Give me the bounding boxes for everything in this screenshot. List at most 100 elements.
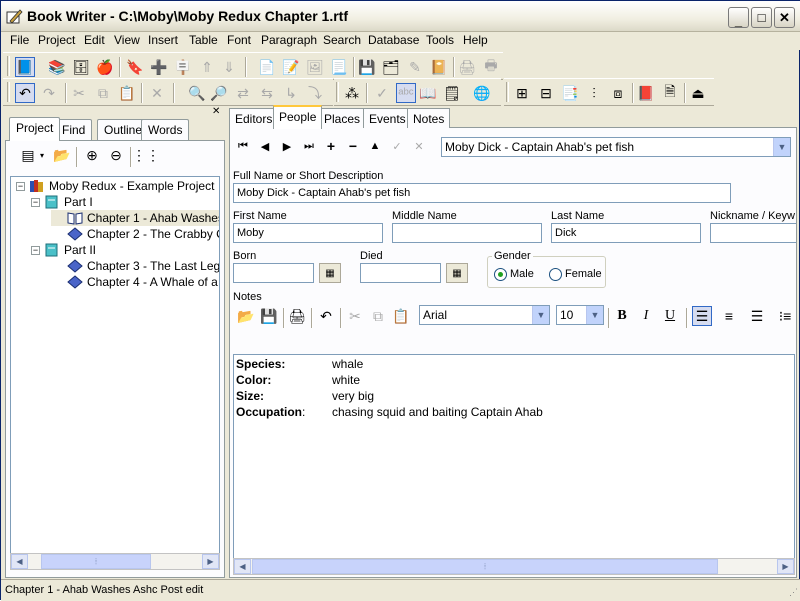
died-field[interactable] [360,263,441,283]
tab-words[interactable]: Words [141,119,190,140]
scroll-left-icon[interactable]: ◀ [11,554,28,569]
tab-people[interactable]: People [273,105,323,129]
paste-icon[interactable]: 📋 [117,83,137,103]
collapse-icon[interactable]: − [16,181,25,191]
underline-icon[interactable]: U [660,306,680,326]
save-icon[interactable]: 💾 [357,57,377,77]
menu-tools[interactable]: Tools [423,33,457,47]
record-selector[interactable]: Moby Dick - Captain Ahab's pet fish ▼ [441,137,791,157]
tab-notes[interactable]: Notes [407,108,451,128]
thesaurus-icon[interactable]: 📖 [418,83,438,103]
tree-item-part-1[interactable]: − Part I [31,194,93,210]
page-image-icon[interactable]: 🖼 [305,57,325,77]
maximize-button[interactable]: □ [751,7,772,28]
undo-notes-icon[interactable]: ↶ [316,306,336,326]
menu-help[interactable]: Help [460,33,491,47]
align-right-icon[interactable]: ☰ [747,306,767,326]
book-preview-icon[interactable]: 📕 [636,83,656,103]
notes-editor[interactable]: Species: whale Color: white Size: very b… [233,354,795,572]
copy-icon[interactable]: ⧉ [93,83,113,103]
menu-file[interactable]: File [7,33,32,47]
pane-close-icon[interactable]: ✕ [212,106,220,117]
tree-horizontal-scrollbar[interactable]: ◀ ⦙ ▶ [10,553,220,570]
print-page-icon[interactable]: 🗎 [660,83,680,103]
shapes-icon[interactable]: ⁂ [342,83,362,103]
notes-horizontal-scrollbar[interactable]: ◀ ⦙ ▶ [233,558,795,575]
tab-project[interactable]: Project [9,117,61,141]
bullets-icon[interactable]: ⁝≡ [775,306,795,326]
add-record-icon[interactable]: + [322,138,340,154]
delete-record-icon[interactable]: − [344,138,362,154]
tree-item-chapter-1[interactable]: Chapter 1 - Ahab Washes [51,210,219,226]
toolbar-grip[interactable] [7,82,10,102]
copy-notes-icon[interactable]: ⧉ [368,306,388,326]
database-icon[interactable]: 🗄 [71,57,91,77]
signpost-icon[interactable]: 🪧 [173,57,193,77]
remove-item-icon[interactable]: ⊖ [106,145,126,165]
scroll-left-icon[interactable]: ◀ [234,559,251,574]
books-icon[interactable]: 📚 [47,57,67,77]
print-notes-icon[interactable]: 🖨 [287,306,307,326]
open-folder-icon[interactable]: 📂 [52,145,72,165]
print-icon[interactable]: 🖨 [457,57,477,77]
globe-icon[interactable]: 🌐 [472,83,492,103]
insert-scene-icon[interactable]: 📑 [560,83,580,103]
paste-notes-icon[interactable]: 📋 [391,306,411,326]
gender-male-label[interactable]: Male [510,268,534,280]
merge-icon[interactable]: ⧈ [608,83,628,103]
menu-project[interactable]: Project [35,33,78,47]
spellcheck-icon[interactable]: ✓ [372,83,392,103]
insert-item-icon[interactable]: ⊞ [512,83,532,103]
open-file-icon[interactable]: 📂 [236,306,256,326]
tab-find[interactable]: Find [55,119,93,140]
tree-item-project[interactable]: − Moby Redux - Example Project [11,178,214,194]
chevron-down-icon[interactable]: ▼ [773,138,790,156]
full-name-field[interactable]: Moby Dick - Captain Ahab's pet fish [233,183,731,203]
tree-item-part-2[interactable]: − Part II [31,242,96,258]
print-preview-icon[interactable]: 🖶 [481,57,501,77]
next-record-icon[interactable]: ▶ [278,138,296,154]
collapse-icon[interactable]: − [31,197,40,207]
menu-font[interactable]: Font [224,33,254,47]
chevron-down-icon[interactable]: ▼ [586,306,603,324]
collapse-icon[interactable]: − [31,245,40,255]
menu-view[interactable]: View [111,33,143,47]
gender-female-label[interactable]: Female [565,268,602,280]
align-center-icon[interactable]: ≡ [719,306,739,326]
align-left-icon[interactable]: ☰ [692,306,712,326]
toolbar-grip[interactable] [506,82,509,102]
tab-events[interactable]: Events [363,108,412,128]
find-icon[interactable]: 🔍 [187,83,207,103]
menu-paragraph[interactable]: Paragraph [258,33,320,47]
undo-icon[interactable]: ↶ [15,83,35,103]
page-list-icon[interactable]: 📃 [329,57,349,77]
tab-editors[interactable]: Editors [229,108,279,128]
gender-male-radio[interactable] [494,268,507,281]
split-icon[interactable]: ⫶ [584,83,604,103]
first-record-icon[interactable]: ⏮ [234,138,252,154]
delete-icon[interactable]: ✕ [147,83,167,103]
bold-icon[interactable]: B [612,306,632,326]
replace-icon[interactable]: ⇄ [233,83,253,103]
first-name-field[interactable]: Moby [233,223,383,243]
font-size-select[interactable]: 10 ▼ [556,305,604,325]
last-record-icon[interactable]: ⏭ [300,138,318,154]
resize-grip-icon[interactable]: ⋰ [789,587,798,598]
scroll-thumb[interactable]: ⦙ [252,559,718,574]
add-bookmark-icon[interactable]: ➕ [149,57,169,77]
font-name-select[interactable]: Arial ▼ [419,305,550,325]
gender-female-radio[interactable] [549,268,562,281]
tree-item-chapter-3[interactable]: Chapter 3 - The Last Leg o [67,258,219,274]
page-edit-icon[interactable]: 📝 [281,57,301,77]
view-options-dropdown-icon[interactable]: ▾ [32,145,52,165]
word-count-icon[interactable]: ⏏ [688,83,708,103]
tree-view-icon[interactable]: ⋮⋮ [132,145,160,165]
menu-edit[interactable]: Edit [81,33,108,47]
menu-database[interactable]: Database [365,33,422,47]
add-item-icon[interactable]: ⊕ [82,145,102,165]
tab-places[interactable]: Places [318,108,367,128]
save-notes-icon[interactable]: 💾 [259,306,279,326]
italic-icon[interactable]: I [636,306,656,326]
previous-record-icon[interactable]: ◀ [256,138,274,154]
insert-chapter-icon[interactable]: ⊟ [536,83,556,103]
